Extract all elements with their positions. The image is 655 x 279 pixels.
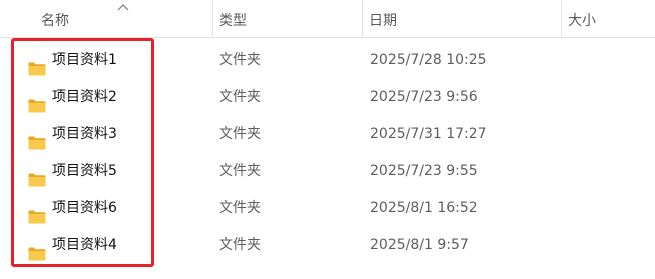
folder-icon (28, 91, 46, 112)
file-date: 2025/7/31 17:27 (370, 126, 487, 142)
file-date: 2025/7/28 10:25 (370, 52, 487, 68)
folder-icon (28, 202, 46, 223)
file-type: 文件夹 (219, 163, 261, 179)
file-type: 文件夹 (219, 52, 261, 68)
file-name-cell: 项目资料3 (28, 116, 117, 153)
file-date: 2025/8/1 9:57 (370, 237, 469, 253)
file-name: 项目资料1 (52, 52, 117, 68)
file-name: 项目资料4 (52, 237, 117, 253)
sort-up-arrow-icon (117, 4, 129, 11)
file-name: 项目资料5 (52, 163, 117, 179)
column-header-type[interactable]: 类型 (212, 0, 362, 37)
column-header-bar: 名称 类型 日期 大小 (0, 0, 655, 38)
file-row[interactable]: 项目资料5 文件夹 2025/7/23 9:55 (0, 153, 655, 190)
folder-icon (28, 54, 46, 75)
column-header-date-label: 日期 (369, 13, 397, 29)
column-header-date[interactable]: 日期 (362, 0, 561, 37)
file-type: 文件夹 (219, 89, 261, 105)
column-header-size-label: 大小 (568, 13, 596, 29)
column-header-type-label: 类型 (219, 13, 247, 29)
file-date: 2025/7/23 9:55 (370, 163, 478, 179)
file-name-cell: 项目资料4 (28, 227, 117, 264)
file-name: 项目资料2 (52, 89, 117, 105)
file-explorer: 名称 类型 日期 大小 项目资料1 文件夹 2025/7/28 10:25 项目… (0, 0, 655, 279)
folder-icon (28, 239, 46, 260)
file-name-cell: 项目资料6 (28, 190, 117, 227)
file-name-cell: 项目资料5 (28, 153, 117, 190)
file-row[interactable]: 项目资料6 文件夹 2025/8/1 16:52 (0, 190, 655, 227)
file-name-cell: 项目资料2 (28, 79, 117, 116)
file-name-cell: 项目资料1 (28, 42, 117, 79)
file-row[interactable]: 项目资料2 文件夹 2025/7/23 9:56 (0, 79, 655, 116)
file-name: 项目资料3 (52, 126, 117, 142)
file-type: 文件夹 (219, 200, 261, 216)
file-type: 文件夹 (219, 126, 261, 142)
folder-icon (28, 128, 46, 149)
file-date: 2025/8/1 16:52 (370, 200, 478, 216)
file-type: 文件夹 (219, 237, 261, 253)
file-name: 项目资料6 (52, 200, 117, 216)
file-row[interactable]: 项目资料3 文件夹 2025/7/31 17:27 (0, 116, 655, 153)
folder-icon (28, 165, 46, 186)
file-list: 项目资料1 文件夹 2025/7/28 10:25 项目资料2 文件夹 2025… (0, 42, 655, 264)
file-date: 2025/7/23 9:56 (370, 89, 478, 105)
column-header-name-label: 名称 (41, 13, 69, 29)
file-row[interactable]: 项目资料1 文件夹 2025/7/28 10:25 (0, 42, 655, 79)
column-header-size[interactable]: 大小 (561, 0, 655, 37)
file-row[interactable]: 项目资料4 文件夹 2025/8/1 9:57 (0, 227, 655, 264)
